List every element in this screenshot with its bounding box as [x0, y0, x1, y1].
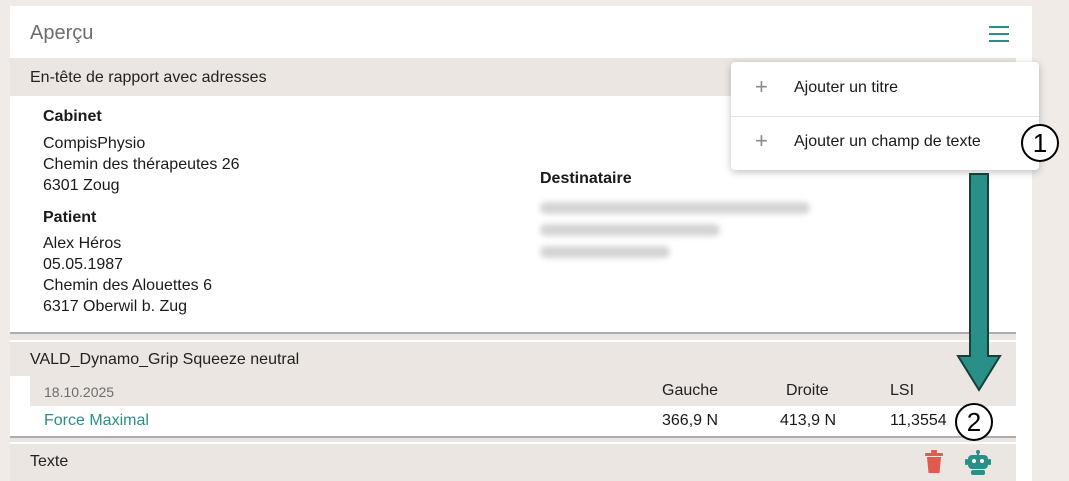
menu-item-add-title[interactable]: + Ajouter un titre — [731, 62, 1039, 116]
cabinet-line: 6301 Zoug — [43, 177, 120, 194]
hamburger-menu-icon[interactable] — [987, 24, 1011, 44]
callout-marker-1: 1 — [1021, 124, 1059, 162]
value-left: 366,9 N — [662, 412, 719, 429]
blurred-recipient-line — [540, 202, 810, 214]
callout-marker-2: 2 — [955, 403, 993, 441]
measurement-date: 18.10.2025 — [44, 384, 115, 400]
patient-line: 05.05.1987 — [43, 256, 124, 273]
cabinet-line: CompisPhysio — [43, 135, 146, 152]
trash-icon[interactable] — [923, 450, 945, 474]
menu-item-label: Ajouter un champ de texte — [794, 133, 981, 150]
menu-item-label: Ajouter un titre — [794, 79, 899, 96]
column-header-right: Droite — [786, 382, 829, 399]
panel-title: Aperçu — [30, 22, 94, 44]
measurement-header-row: 18.10.2025 Gauche Droite LSI — [30, 376, 1016, 406]
panel-header: Aperçu — [10, 6, 1032, 58]
blurred-recipient-line — [540, 224, 720, 236]
cabinet-line: Chemin des thérapeutes 26 — [43, 156, 240, 173]
annotation-arrow — [956, 173, 1002, 392]
patient-label: Patient — [43, 209, 97, 226]
section-divider — [10, 332, 1016, 334]
plus-icon: + — [755, 74, 768, 99]
robot-icon[interactable] — [965, 450, 991, 476]
menu-item-add-text-field[interactable]: + Ajouter un champ de texte — [731, 116, 1039, 170]
section-divider — [10, 436, 1016, 438]
metric-link[interactable]: Force Maximal — [44, 412, 149, 430]
value-right: 413,9 N — [780, 412, 837, 429]
add-content-dropdown: + Ajouter un titre + Ajouter un champ de… — [731, 62, 1039, 170]
blurred-recipient-line — [540, 246, 670, 258]
cabinet-label: Cabinet — [43, 108, 102, 125]
patient-line: Chemin des Alouettes 6 — [43, 277, 212, 294]
patient-line: 6317 Oberwil b. Zug — [43, 298, 188, 315]
plus-icon: + — [755, 128, 768, 153]
column-header-left: Gauche — [662, 382, 719, 399]
measurement-section-title: VALD_Dynamo_Grip Squeeze neutral — [10, 342, 1016, 376]
recipient-label: Destinataire — [540, 170, 632, 187]
patient-line: Alex Héros — [43, 235, 122, 252]
text-section-title: Texte — [10, 444, 1016, 481]
column-header-lsi: LSI — [890, 382, 915, 399]
table-row: Force Maximal 366,9 N 413,9 N 11,3554 — [30, 406, 1016, 436]
value-lsi: 11,3554 — [890, 412, 947, 429]
